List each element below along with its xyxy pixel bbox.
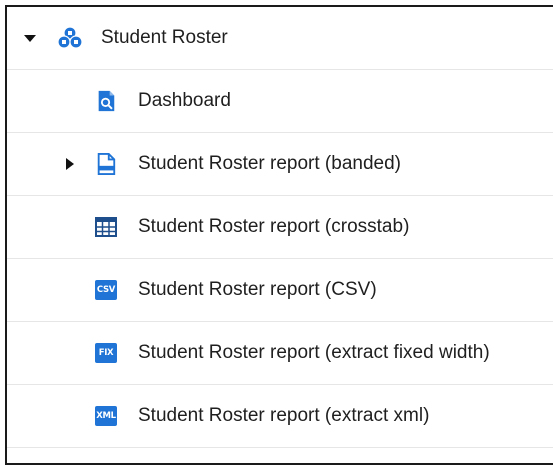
caret-down-icon[interactable] — [24, 32, 36, 44]
xml-icon: XML — [95, 406, 117, 426]
dashboard-icon — [98, 90, 115, 112]
csv-icon: CSV — [95, 280, 117, 300]
tree-item-label[interactable]: Student Roster report (CSV) — [138, 279, 377, 301]
caret-right-icon[interactable] — [64, 158, 76, 170]
fixed-width-icon: FIX — [95, 343, 117, 363]
tree-item-xml-report[interactable]: XML Student Roster report (extract xml) — [7, 385, 553, 448]
tree-item-banded-report[interactable]: Student Roster report (banded) — [7, 133, 553, 196]
tree-item-csv-report[interactable]: CSV Student Roster report (CSV) — [7, 259, 553, 322]
tree-node-student-roster[interactable]: Student Roster — [7, 7, 553, 70]
tree-item-fixed-width-report[interactable]: FIX Student Roster report (extract fixed… — [7, 322, 553, 385]
crosstab-table-icon — [95, 217, 117, 237]
tree-item-label[interactable]: Student Roster report (extract fixed wid… — [138, 342, 490, 364]
report-document-icon — [97, 153, 116, 175]
cubes-icon — [57, 26, 83, 49]
tree-item-crosstab-report[interactable]: Student Roster report (crosstab) — [7, 196, 553, 259]
tree-item-label[interactable]: Student Roster report (extract xml) — [138, 405, 429, 427]
tree-node-label[interactable]: Student Roster — [101, 27, 228, 49]
tree-panel: Student Roster Dashboard Student Roster … — [5, 5, 553, 465]
tree-item-label[interactable]: Dashboard — [138, 90, 231, 112]
tree-item-label[interactable]: Student Roster report (crosstab) — [138, 216, 409, 238]
tree-item-label[interactable]: Student Roster report (banded) — [138, 153, 401, 175]
tree-item-dashboard[interactable]: Dashboard — [7, 70, 553, 133]
